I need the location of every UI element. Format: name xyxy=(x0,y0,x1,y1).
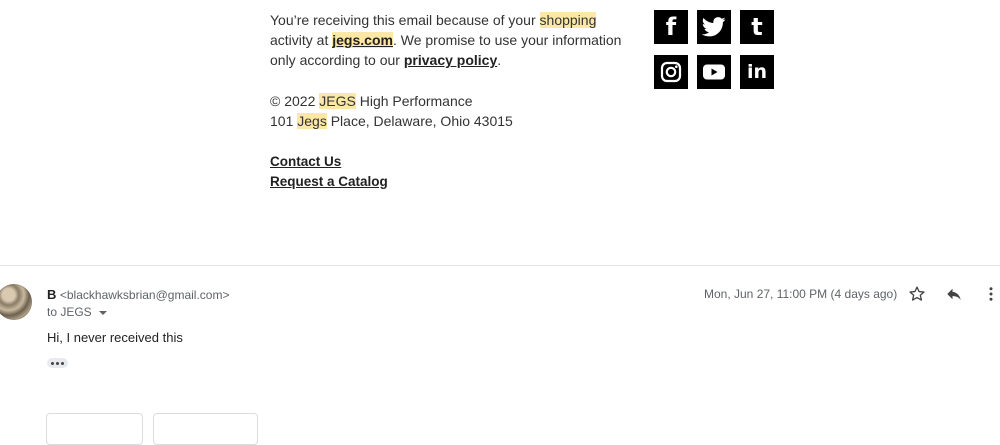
footer-text-segment: You’re receiving this email because of y… xyxy=(270,12,540,28)
footer-text-segment: . We promise to use your information xyxy=(392,32,622,48)
footer-line-2: activity at jegs.com. We promise to use … xyxy=(270,30,630,50)
address-line: 101 Jegs Place, Delaware, Ohio 43015 xyxy=(270,111,630,131)
search-highlight: Jegs xyxy=(297,113,327,129)
privacy-policy-link[interactable]: privacy policy xyxy=(404,52,497,68)
footer-text-segment: Place, Delaware, Ohio 43015 xyxy=(326,113,513,129)
to-line: to JEGS xyxy=(47,305,92,319)
message-body: Hi, I never received this xyxy=(47,330,183,345)
star-icon xyxy=(909,286,925,301)
footer-text-segment: activity at xyxy=(270,32,333,48)
ellipsis-dot xyxy=(56,361,59,365)
tumblr-icon[interactable]: t xyxy=(740,10,774,44)
forward-action-button[interactable] xyxy=(153,413,258,445)
reply-icon xyxy=(947,288,961,300)
footer-text-segment: High Performance xyxy=(355,93,473,109)
message-divider xyxy=(0,265,1000,266)
reply-action-button[interactable] xyxy=(46,413,143,445)
message-date: Mon, Jun 27, 11:00 PM (4 days ago) xyxy=(704,287,898,301)
footer-text-segment: 101 xyxy=(270,113,298,129)
more-options-button[interactable] xyxy=(981,284,1000,304)
star-button[interactable] xyxy=(907,284,927,304)
caret-down-icon[interactable] xyxy=(98,311,107,315)
contact-us-link[interactable]: Contact Us xyxy=(270,152,630,172)
twitter-icon[interactable] xyxy=(697,10,731,44)
more-vert-icon xyxy=(989,287,993,301)
search-highlight: JEGS xyxy=(319,93,356,109)
footer-text-segment: only according to our xyxy=(270,52,404,68)
footer-links: Contact Us Request a Catalog xyxy=(270,152,630,192)
social-links: f t in xyxy=(654,10,774,100)
show-trimmed-content-button[interactable] xyxy=(47,358,68,368)
request-catalog-link[interactable]: Request a Catalog xyxy=(270,172,630,192)
jegs-site-link[interactable]: jegs.com xyxy=(332,32,393,48)
sender-name[interactable]: B xyxy=(47,287,56,302)
avatar[interactable] xyxy=(0,284,32,320)
email-footer: You’re receiving this email because of y… xyxy=(270,10,630,192)
copyright-line: © 2022 JEGS High Performance xyxy=(270,91,630,111)
ellipsis-dot xyxy=(51,361,54,365)
footer-text-segment: © 2022 xyxy=(270,93,320,109)
youtube-icon[interactable] xyxy=(697,55,731,89)
footer-line-3: only according to our privacy policy. xyxy=(270,50,630,70)
sender-email: <blackhawksbrian@gmail.com> xyxy=(59,288,230,302)
ellipsis-dot xyxy=(61,361,64,365)
sender-line: B <blackhawksbrian@gmail.com> xyxy=(47,287,229,302)
reply-button[interactable] xyxy=(944,284,964,304)
recipients-toggle[interactable]: to JEGS xyxy=(47,305,107,319)
facebook-icon[interactable]: f xyxy=(654,10,688,44)
linkedin-icon[interactable]: in xyxy=(740,55,774,89)
footer-line-1: You’re receiving this email because of y… xyxy=(270,10,630,30)
search-highlight: shopping xyxy=(539,12,597,28)
instagram-icon[interactable] xyxy=(654,55,688,89)
footer-text-segment: . xyxy=(497,52,502,68)
